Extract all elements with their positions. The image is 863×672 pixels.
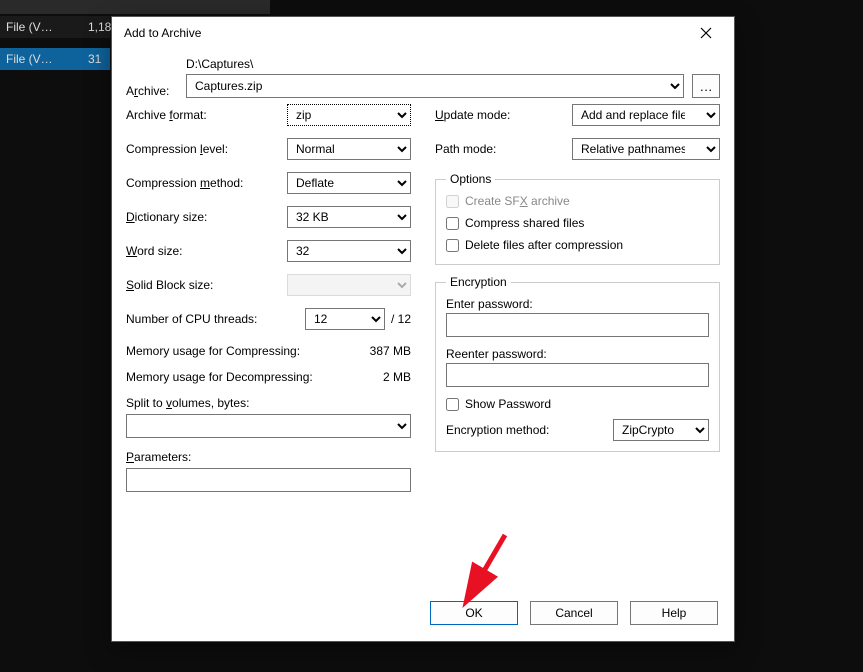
encryption-legend: Encryption — [446, 275, 511, 289]
solid-block-select — [287, 274, 411, 296]
cancel-button[interactable]: Cancel — [530, 601, 618, 625]
archive-name-select[interactable]: Captures.zip — [186, 74, 684, 98]
word-label: Word size: — [126, 244, 287, 258]
archive-format-select[interactable]: zip — [287, 104, 411, 126]
compression-method-select[interactable]: Deflate — [287, 172, 411, 194]
path-mode-select[interactable]: Relative pathnames — [572, 138, 720, 160]
add-to-archive-dialog: Add to Archive Archive: D:\Captures\ Cap… — [111, 16, 735, 642]
encryption-group: Encryption Enter password: Reenter passw… — [435, 275, 720, 452]
split-volumes-select[interactable] — [126, 414, 411, 438]
delete-label: Delete files after compression — [465, 238, 623, 252]
mem-comp-value: 387 MB — [370, 344, 411, 358]
cpu-threads-select[interactable]: 12 — [305, 308, 385, 330]
update-mode-select[interactable]: Add and replace files — [572, 104, 720, 126]
options-group: Options Create SFX archive Compress shar… — [435, 172, 720, 265]
enter-password-input[interactable] — [446, 313, 709, 337]
cpu-total: / 12 — [391, 312, 411, 326]
dictionary-size-select[interactable]: 32 KB — [287, 206, 411, 228]
delete-checkbox-row[interactable]: Delete files after compression — [446, 238, 709, 252]
mem-decomp-value: 2 MB — [383, 370, 411, 384]
dialog-title: Add to Archive — [124, 26, 686, 40]
method-label: Compression method: — [126, 176, 287, 190]
level-label: Compression level: — [126, 142, 287, 156]
show-password-row[interactable]: Show Password — [446, 397, 709, 411]
show-password-label: Show Password — [465, 397, 551, 411]
enter-password-label: Enter password: — [446, 297, 709, 311]
cpu-label: Number of CPU threads: — [126, 312, 305, 326]
update-label: Update mode: — [435, 108, 572, 122]
format-label: Archive format: — [126, 108, 287, 122]
file-row[interactable]: File (V… 1,18 — [0, 16, 110, 38]
titlebar: Add to Archive — [112, 17, 734, 49]
path-label: Path mode: — [435, 142, 572, 156]
ok-button[interactable]: OK — [430, 601, 518, 625]
delete-after-checkbox[interactable] — [446, 239, 459, 252]
sfx-label: Create SFX archive — [465, 194, 570, 208]
mem-decomp-label: Memory usage for Decompressing: — [126, 370, 313, 384]
help-button[interactable]: Help — [630, 601, 718, 625]
params-label: Parameters: — [126, 450, 411, 464]
reenter-password-label: Reenter password: — [446, 347, 709, 361]
word-size-select[interactable]: 32 — [287, 240, 411, 262]
compress-shared-checkbox[interactable] — [446, 217, 459, 230]
file-size: 1,18 — [88, 20, 111, 34]
compression-level-select[interactable]: Normal — [287, 138, 411, 160]
solid-label: Solid Block size: — [126, 278, 287, 292]
close-icon — [700, 27, 712, 39]
reenter-password-input[interactable] — [446, 363, 709, 387]
encryption-method-select[interactable]: ZipCrypto — [613, 419, 709, 441]
dict-label: Dictionary size: — [126, 210, 287, 224]
options-legend: Options — [446, 172, 495, 186]
encryption-method-label: Encryption method: — [446, 423, 549, 437]
browse-button[interactable]: … — [692, 74, 720, 98]
show-password-checkbox[interactable] — [446, 398, 459, 411]
file-size: 31 — [88, 52, 101, 66]
split-label: Split to volumes, bytes: — [126, 396, 411, 410]
archive-label: Archive: — [126, 84, 186, 98]
mem-comp-label: Memory usage for Compressing: — [126, 344, 300, 358]
file-row-selected[interactable]: File (V… 31 — [0, 48, 110, 70]
close-button[interactable] — [686, 19, 726, 47]
archive-path: D:\Captures\ — [186, 57, 720, 74]
parameters-input[interactable] — [126, 468, 411, 492]
shared-label: Compress shared files — [465, 216, 584, 230]
sfx-checkbox-row: Create SFX archive — [446, 194, 709, 208]
shared-checkbox-row[interactable]: Compress shared files — [446, 216, 709, 230]
sfx-checkbox — [446, 195, 459, 208]
